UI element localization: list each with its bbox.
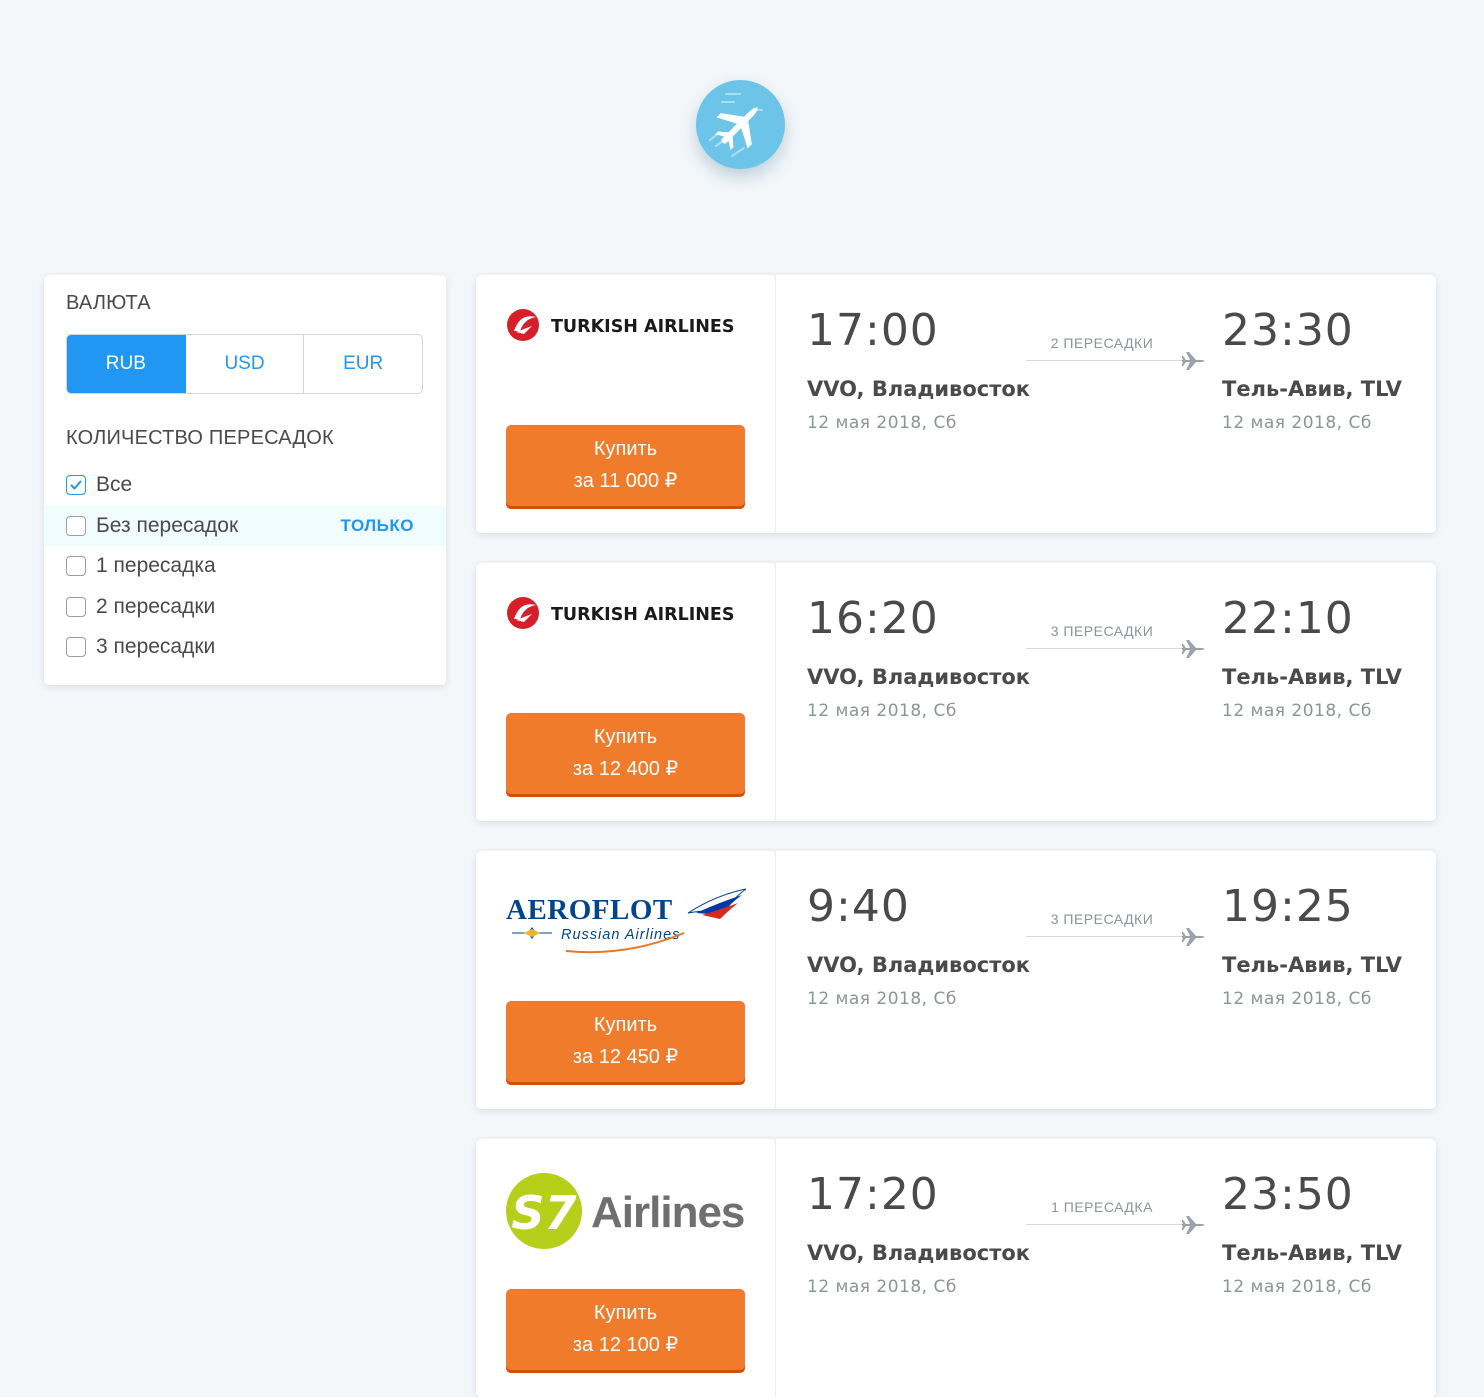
stop-filter-2[interactable]: 2 пересадки	[44, 587, 446, 628]
turkish-airlines-logo: TURKISH AIRLINES	[506, 593, 746, 683]
buy-label: Купить	[593, 438, 658, 460]
ticket-left-column: TURKISH AIRLINES Купить за 11 000 ₽	[476, 275, 776, 533]
stop-filter-nonstop[interactable]: Без пересадок ТОЛЬКО	[44, 505, 446, 546]
arrival-place: Тель-Авив, TLV	[1222, 377, 1402, 401]
aeroflot-logo: AEROFLOT Russian Airlines	[506, 881, 747, 971]
checkbox-1-stop[interactable]	[66, 556, 86, 577]
filters-panel: ВАЛЮТА RUB USD EUR КОЛИЧЕСТВО ПЕРЕСАДОК …	[44, 275, 446, 685]
departure-date: 12 мая 2018, Сб	[807, 1277, 957, 1297]
turkish-airlines-logo: TURKISH AIRLINES	[506, 305, 746, 395]
ticket-left-column: TURKISH AIRLINES Купить за 12 400 ₽	[476, 563, 776, 821]
arrival-date: 12 мая 2018, Сб	[1222, 701, 1372, 721]
stop-filter-label: 2 пересадки	[96, 594, 216, 618]
airplane-icon	[709, 93, 763, 157]
departure-date: 12 мая 2018, Сб	[807, 989, 957, 1009]
price-label: за 12 100 ₽	[572, 1334, 679, 1356]
stops-count: 2 ПЕРЕСАДКИ	[1050, 335, 1154, 351]
plane-icon	[1182, 640, 1205, 658]
stops-info: 3 ПЕРЕСАДКИ	[1026, 909, 1208, 949]
stop-filter-label: 3 пересадки	[96, 635, 216, 659]
arrival-time: 19:25	[1222, 881, 1354, 932]
buy-button[interactable]: Купить за 12 450 ₽	[506, 1001, 745, 1082]
buy-button[interactable]: Купить за 12 100 ₽	[506, 1289, 745, 1370]
departure-date: 12 мая 2018, Сб	[807, 413, 957, 433]
currency-usd-button[interactable]: USD	[185, 335, 305, 393]
ticket-left-column: S7 Airlines Купить за 12 100 ₽	[476, 1139, 776, 1397]
departure-time: 16:20	[807, 593, 939, 644]
route-line	[1026, 1224, 1194, 1225]
s7-airlines-logo: S7 Airlines	[506, 1169, 746, 1259]
stop-filter-all[interactable]: Все	[44, 465, 446, 506]
route-line	[1026, 648, 1194, 649]
check-icon	[70, 480, 82, 490]
arrival-place: Тель-Авив, TLV	[1222, 665, 1402, 689]
checkbox-all[interactable]	[66, 475, 86, 496]
route-line	[1026, 360, 1194, 361]
ticket-card: S7 Airlines Купить за 12 100 ₽ 17:20 1 П…	[476, 1139, 1436, 1397]
departure-time: 17:20	[807, 1169, 939, 1220]
plane-icon	[1182, 352, 1205, 370]
carrier-name: AEROFLOT	[506, 894, 673, 926]
carrier-name: S7	[511, 1186, 576, 1240]
plane-icon	[1182, 928, 1205, 946]
arrival-time: 22:10	[1222, 593, 1354, 644]
stops-filter-list: Все Без пересадок ТОЛЬКО 1 пересадка 2 п…	[44, 465, 446, 668]
carrier-subtitle: Airlines	[591, 1188, 744, 1237]
stops-count: 1 ПЕРЕСАДКА	[1051, 1199, 1153, 1215]
buy-button[interactable]: Купить за 11 000 ₽	[506, 425, 745, 506]
stop-filter-label: Все	[96, 473, 133, 497]
carrier-name: TURKISH AIRLINES	[551, 317, 734, 337]
checkbox-nonstop[interactable]	[66, 515, 86, 536]
only-link[interactable]: ТОЛЬКО	[340, 516, 414, 536]
arrival-time: 23:30	[1222, 305, 1354, 356]
departure-date: 12 мая 2018, Сб	[807, 701, 957, 721]
ticket-card: AEROFLOT Russian Airlines Купить за 12 4…	[476, 851, 1436, 1109]
departure-time: 9:40	[807, 881, 910, 932]
departure-place: VVO, Владивосток	[807, 1241, 1031, 1265]
stops-count: 3 ПЕРЕСАДКИ	[1050, 911, 1154, 927]
buy-label: Купить	[593, 1014, 658, 1036]
ticket-card: TURKISH AIRLINES Купить за 11 000 ₽ 17:0…	[476, 275, 1436, 533]
route-line	[1026, 936, 1194, 937]
carrier-name: TURKISH AIRLINES	[551, 605, 734, 625]
app-logo	[696, 80, 785, 169]
price-label: за 12 450 ₽	[572, 1046, 679, 1068]
stops-count: 3 ПЕРЕСАДКИ	[1050, 623, 1154, 639]
stops-info: 2 ПЕРЕСАДКИ	[1026, 333, 1208, 373]
arrival-place: Тель-Авив, TLV	[1222, 1241, 1402, 1265]
departure-place: VVO, Владивосток	[807, 665, 1031, 689]
arrival-date: 12 мая 2018, Сб	[1222, 413, 1372, 433]
arrival-place: Тель-Авив, TLV	[1222, 953, 1402, 977]
checkbox-2-stops[interactable]	[66, 596, 86, 617]
arrival-time: 23:50	[1222, 1169, 1354, 1220]
stops-title: КОЛИЧЕСТВО ПЕРЕСАДОК	[66, 427, 334, 449]
price-label: за 12 400 ₽	[572, 758, 679, 780]
stops-info: 3 ПЕРЕСАДКИ	[1026, 621, 1208, 661]
currency-rub-button[interactable]: RUB	[67, 335, 186, 393]
currency-title: ВАЛЮТА	[66, 292, 151, 314]
buy-label: Купить	[593, 1302, 658, 1324]
plane-icon	[1182, 1216, 1205, 1234]
stop-filter-label: Без пересадок	[96, 513, 239, 537]
departure-place: VVO, Владивосток	[807, 953, 1031, 977]
arrival-date: 12 мая 2018, Сб	[1222, 989, 1372, 1009]
currency-switch: RUB USD EUR	[66, 334, 423, 394]
currency-eur-button[interactable]: EUR	[304, 335, 422, 393]
departure-time: 17:00	[807, 305, 939, 356]
stop-filter-label: 1 пересадка	[96, 554, 216, 578]
buy-button[interactable]: Купить за 12 400 ₽	[506, 713, 745, 794]
stop-filter-3[interactable]: 3 пересадки	[44, 627, 446, 668]
arrival-date: 12 мая 2018, Сб	[1222, 1277, 1372, 1297]
price-label: за 11 000 ₽	[573, 470, 678, 492]
checkbox-3-stops[interactable]	[66, 637, 86, 658]
ticket-card: TURKISH AIRLINES Купить за 12 400 ₽ 16:2…	[476, 563, 1436, 821]
departure-place: VVO, Владивосток	[807, 377, 1031, 401]
buy-label: Купить	[593, 726, 658, 748]
ticket-left-column: AEROFLOT Russian Airlines Купить за 12 4…	[476, 851, 776, 1109]
stop-filter-1[interactable]: 1 пересадка	[44, 546, 446, 587]
stops-info: 1 ПЕРЕСАДКА	[1026, 1197, 1208, 1237]
